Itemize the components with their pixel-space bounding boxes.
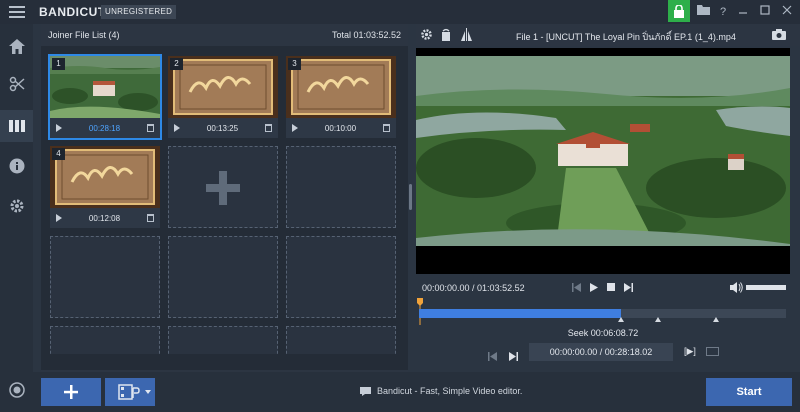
segment-range[interactable]: 00:00:00.00 / 00:28:18.02: [529, 343, 673, 361]
timeline-track[interactable]: [419, 309, 786, 322]
status-text: Bandicut - Fast, Simple Video editor.: [377, 386, 523, 396]
clip-grid: 1 00:28:18 2 00:13:25 3 00:10:00 4 00:12…: [48, 54, 408, 354]
clip-card-2[interactable]: 2 00:13:25: [168, 56, 278, 138]
clip-duration: 00:13:25: [206, 123, 239, 133]
lock-icon[interactable]: [668, 0, 690, 22]
clip-duration: 00:28:18: [88, 123, 121, 133]
segment-play-icon[interactable]: [▶]: [684, 346, 696, 357]
menu-icon[interactable]: [9, 6, 25, 18]
rotate-icon[interactable]: [440, 28, 452, 43]
timeline-marker[interactable]: [655, 317, 661, 322]
plus-icon: [64, 385, 78, 399]
timeline-progress: [419, 309, 621, 318]
volume-slider[interactable]: [746, 285, 786, 290]
film-mode-icon: [118, 384, 140, 400]
title-bar: BANDICUT UNREGISTERED ?: [0, 0, 800, 24]
joiner-title: Joiner File List (4): [48, 30, 120, 40]
help-icon[interactable]: ?: [714, 3, 732, 21]
home-icon[interactable]: [0, 30, 33, 62]
empty-slot: [50, 236, 160, 318]
clip-number: 2: [170, 58, 183, 70]
volume-icon[interactable]: [730, 282, 743, 295]
mode-select-button[interactable]: [105, 378, 155, 406]
skip-start-icon[interactable]: [572, 283, 581, 294]
stop-icon[interactable]: [607, 283, 615, 293]
clip-number: 1: [52, 58, 65, 70]
record-icon[interactable]: [0, 374, 33, 406]
registration-badge[interactable]: UNREGISTERED: [101, 5, 177, 19]
play-icon[interactable]: [174, 124, 180, 132]
timeline-marker[interactable]: [713, 317, 719, 322]
joiner-header: Joiner File List (4) Total 01:03:52.52: [41, 24, 408, 46]
maximize-icon[interactable]: [756, 3, 774, 21]
empty-slot: [286, 146, 396, 228]
add-file-button[interactable]: [41, 378, 101, 406]
play-icon[interactable]: [56, 124, 62, 132]
time-readout: 00:00:00.00 / 01:03:52.52: [422, 283, 525, 293]
clip-bar: 00:28:18: [50, 118, 160, 138]
clip-bar: 00:12:08: [50, 208, 160, 228]
clip-card-1[interactable]: 1 00:28:18: [48, 54, 162, 140]
minimize-icon[interactable]: [734, 3, 752, 21]
clip-bar: 00:13:25: [168, 118, 278, 138]
chat-icon: [360, 386, 371, 396]
settings-icon[interactable]: [0, 190, 33, 222]
clip-card-4[interactable]: 4 00:12:08: [50, 146, 160, 228]
clip-duration: 00:12:08: [88, 213, 121, 223]
panel-splitter[interactable]: [409, 184, 412, 210]
clip-duration: 00:10:00: [324, 123, 357, 133]
clip-number: 4: [52, 148, 65, 160]
empty-slot: [168, 236, 278, 318]
segment-toggle-icon[interactable]: [706, 347, 719, 356]
trash-icon[interactable]: [146, 214, 154, 222]
player-filename: File 1 - [UNCUT] The Loyal Pin ปิ่นภักดิ…: [516, 32, 736, 42]
player-header: File 1 - [UNCUT] The Loyal Pin ปิ่นภักดิ…: [416, 24, 800, 46]
skip-end-icon[interactable]: [624, 283, 633, 294]
start-button[interactable]: Start: [706, 378, 792, 406]
title-card-icon: [168, 56, 278, 118]
add-clip-slot[interactable]: [168, 146, 278, 228]
status-area: Bandicut - Fast, Simple Video editor.: [360, 386, 522, 396]
camera-icon[interactable]: [772, 28, 786, 42]
play-icon[interactable]: [292, 124, 298, 132]
joiner-total: Total 01:03:52.52: [331, 30, 401, 40]
empty-slot: [286, 326, 396, 354]
seek-label: Seek 00:06:08.72: [567, 328, 639, 338]
flip-icon[interactable]: [460, 28, 473, 43]
joiner-icon[interactable]: [0, 110, 33, 142]
settings-icon[interactable]: [420, 28, 433, 43]
clip-number: 3: [288, 58, 301, 70]
play-icon[interactable]: [56, 214, 62, 222]
playback-controls: 00:00:00.00 / 01:03:52.52: [416, 280, 790, 296]
folder-icon[interactable]: [694, 3, 712, 21]
sidebar: [0, 24, 33, 412]
info-icon[interactable]: [0, 150, 33, 182]
trash-icon[interactable]: [264, 124, 272, 132]
video-preview[interactable]: [416, 48, 790, 274]
chevron-down-icon: [145, 390, 151, 394]
title-card-icon: [50, 146, 160, 208]
clip-card-3[interactable]: 3 00:10:00: [286, 56, 396, 138]
plus-icon: [206, 171, 240, 205]
trash-icon[interactable]: [146, 124, 154, 132]
aerial-palace-icon: [416, 48, 790, 274]
aerial-palace-icon: [50, 56, 160, 118]
mark-end-icon[interactable]: [509, 348, 518, 366]
empty-slot: [286, 236, 396, 318]
empty-slot: [50, 326, 160, 354]
empty-slot: [168, 326, 278, 354]
cut-icon[interactable]: [0, 68, 33, 100]
play-icon[interactable]: [590, 283, 598, 294]
timeline-marker[interactable]: [618, 317, 624, 322]
mark-start-icon[interactable]: [488, 348, 497, 366]
trash-icon[interactable]: [382, 124, 390, 132]
close-icon[interactable]: [778, 3, 796, 21]
app-brand: BANDICUT: [39, 5, 106, 19]
joiner-file-list: Joiner File List (4) Total 01:03:52.52 1: [41, 24, 408, 396]
title-card-icon: [286, 56, 396, 118]
clip-bar: 00:10:00: [286, 118, 396, 138]
